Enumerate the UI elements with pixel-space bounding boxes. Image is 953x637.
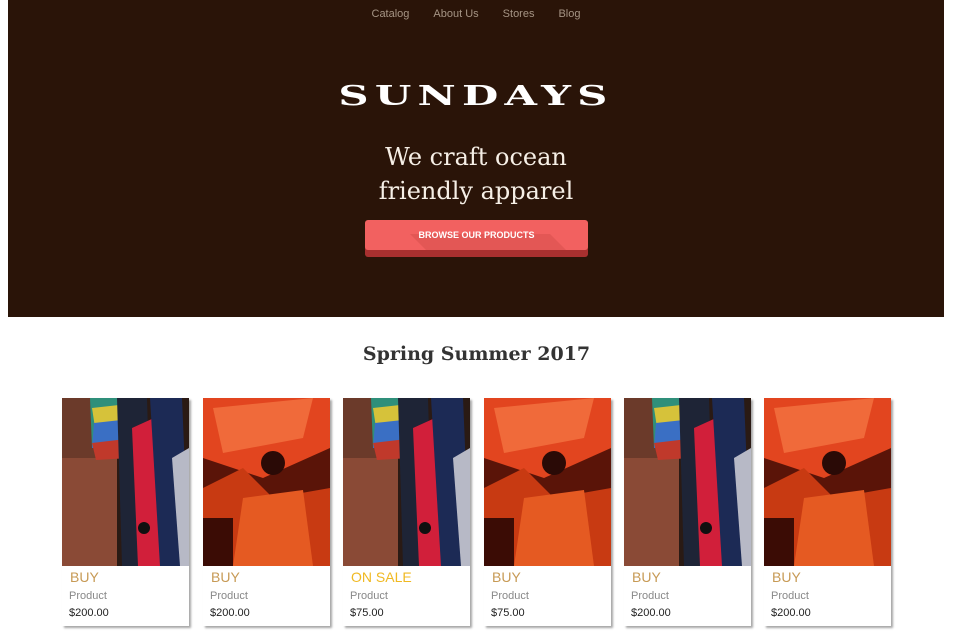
product-card[interactable]: BUY Product $200.00 <box>624 398 751 626</box>
product-name: Product <box>350 590 388 602</box>
nav-link-blog[interactable]: Blog <box>546 7 592 21</box>
buy-link[interactable]: BUY <box>632 568 751 586</box>
product-price: $75.00 <box>491 607 525 619</box>
nav-link-stores[interactable]: Stores <box>491 7 547 21</box>
red-lit-man-photo <box>764 398 891 566</box>
hero-tagline: We craft ocean friendly apparel <box>8 140 944 208</box>
product-name: Product <box>631 590 669 602</box>
buy-link[interactable]: BUY <box>70 568 189 586</box>
nav-link-catalog[interactable]: Catalog <box>360 7 422 21</box>
product-card[interactable]: BUY Product $200.00 <box>203 398 330 626</box>
product-image[interactable] <box>764 398 891 566</box>
buy-link[interactable]: BUY <box>211 568 330 586</box>
colorful-fabric-photo <box>343 398 470 566</box>
product-image[interactable] <box>624 398 751 566</box>
product-name: Product <box>491 590 529 602</box>
product-name: Product <box>210 590 248 602</box>
product-price: $200.00 <box>210 607 250 619</box>
product-price: $200.00 <box>69 607 109 619</box>
product-image[interactable] <box>203 398 330 566</box>
top-nav: Catalog About Us Stores Blog <box>8 7 944 21</box>
product-image[interactable] <box>62 398 189 566</box>
product-grid: BUY Product $200.00 BUY Product $200.00 <box>62 398 892 628</box>
product-card[interactable]: ON SALE Product $75.00 <box>343 398 470 626</box>
product-card[interactable]: BUY Product $200.00 <box>764 398 891 626</box>
hero-section: Catalog About Us Stores Blog SUNDAYS We … <box>8 0 944 317</box>
product-image[interactable] <box>484 398 611 566</box>
collection-title: Spring Summer 2017 <box>362 343 591 365</box>
product-price: $200.00 <box>631 607 671 619</box>
red-lit-man-photo <box>203 398 330 566</box>
product-card[interactable]: BUY Product $200.00 <box>62 398 189 626</box>
product-price: $200.00 <box>771 607 811 619</box>
tagline-line-1: We craft ocean <box>385 143 567 171</box>
tagline-line-2: friendly apparel <box>378 177 574 205</box>
product-price: $75.00 <box>350 607 384 619</box>
colorful-fabric-photo <box>62 398 189 566</box>
brand-logo: SUNDAYS <box>338 81 614 112</box>
nav-link-about-us[interactable]: About Us <box>421 7 490 21</box>
red-lit-man-photo <box>484 398 611 566</box>
product-name: Product <box>69 590 107 602</box>
on-sale-link[interactable]: ON SALE <box>351 568 470 586</box>
product-name: Product <box>771 590 809 602</box>
buy-link[interactable]: BUY <box>772 568 891 586</box>
product-card[interactable]: BUY Product $75.00 <box>484 398 611 626</box>
colorful-fabric-photo <box>624 398 751 566</box>
browse-products-button[interactable]: BROWSE OUR PRODUCTS <box>365 220 588 250</box>
product-image[interactable] <box>343 398 470 566</box>
buy-link[interactable]: BUY <box>492 568 611 586</box>
browse-products-label: BROWSE OUR PRODUCTS <box>418 230 535 240</box>
